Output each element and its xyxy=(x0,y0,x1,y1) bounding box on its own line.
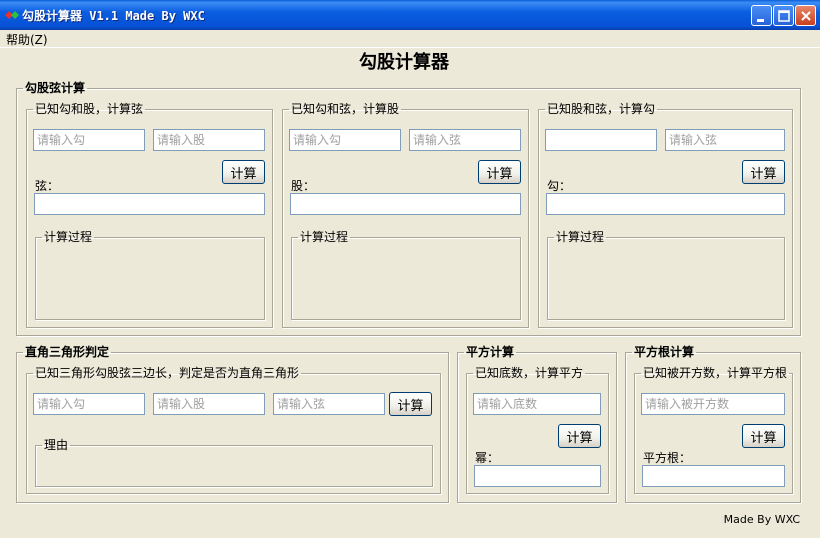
base-c-input[interactable] xyxy=(665,129,785,151)
hyp-group-legend: 已知勾和股，计算弦 xyxy=(35,102,144,116)
leg-c-input[interactable] xyxy=(409,129,521,151)
menu-bar: 帮助(Z) xyxy=(0,30,820,47)
hyp-process-box: 计算过程 xyxy=(35,231,265,320)
rt-a-input[interactable] xyxy=(33,393,145,415)
rt-c-input[interactable] xyxy=(273,393,385,415)
app-title: 勾股计算器 xyxy=(359,52,449,73)
base-calc-button[interactable]: 计算 xyxy=(742,160,785,184)
leg-result-label: 股： xyxy=(291,179,316,193)
right-triangle-legend: 直角三角形判定 xyxy=(25,345,110,359)
sqrt-result-label: 平方根： xyxy=(643,451,692,465)
leg-process-legend: 计算过程 xyxy=(300,230,349,244)
hyp-result-field[interactable] xyxy=(34,193,265,215)
square-result-label: 幂： xyxy=(475,451,500,465)
sqrt-calc-button[interactable]: 计算 xyxy=(742,424,785,448)
leg-process-box: 计算过程 xyxy=(291,231,521,320)
title-bar[interactable]: 勾股计算器 V1.1 Made By WXC xyxy=(0,0,820,30)
sqrt-radicand-input[interactable] xyxy=(641,393,785,415)
base-group-legend: 已知股和弦，计算勾 xyxy=(547,102,656,116)
hyp-process-legend: 计算过程 xyxy=(44,230,93,244)
close-button[interactable] xyxy=(795,5,816,26)
window-title: 勾股计算器 V1.1 Made By WXC xyxy=(22,9,205,23)
rt-reason-box: 理由 xyxy=(35,439,433,487)
hyp-calc-button[interactable]: 计算 xyxy=(222,160,265,184)
close-icon xyxy=(801,11,811,21)
base-result-field[interactable] xyxy=(546,193,785,215)
rt-b-input[interactable] xyxy=(153,393,265,415)
minimize-button[interactable] xyxy=(751,5,772,26)
leg-result-field[interactable] xyxy=(290,193,521,215)
square-base-input[interactable] xyxy=(473,393,601,415)
maximize-icon xyxy=(778,10,790,22)
square-calc-button[interactable]: 计算 xyxy=(558,424,601,448)
hyp-result-label: 弦： xyxy=(35,179,60,193)
menu-help[interactable]: 帮助(Z) xyxy=(6,31,48,48)
pythag-group-legend: 勾股弦计算 xyxy=(25,81,86,95)
sqrt-result-field[interactable] xyxy=(642,465,785,487)
rt-calc-button[interactable]: 计算 xyxy=(389,392,432,416)
leg-a-input[interactable] xyxy=(289,129,401,151)
square-inner-legend: 已知底数，计算平方 xyxy=(475,366,584,380)
leg-group-legend: 已知勾和弦，计算股 xyxy=(291,102,400,116)
rt-reason-legend: 理由 xyxy=(44,438,69,452)
leg-calc-button[interactable]: 计算 xyxy=(478,160,521,184)
square-result-field[interactable] xyxy=(474,465,601,487)
app-icon xyxy=(5,11,19,19)
sqrt-group-legend: 平方根计算 xyxy=(634,345,695,359)
right-triangle-inner-legend: 已知三角形勾股弦三边长，判定是否为直角三角形 xyxy=(35,366,300,380)
base-process-box: 计算过程 xyxy=(547,231,785,320)
hyp-b-input[interactable] xyxy=(153,129,265,151)
minimize-icon xyxy=(757,19,764,22)
base-b-input[interactable] xyxy=(545,129,657,151)
maximize-button[interactable] xyxy=(773,5,794,26)
hyp-a-input[interactable] xyxy=(33,129,145,151)
footer-credit: Made By WXC xyxy=(723,513,800,526)
square-group-legend: 平方计算 xyxy=(466,345,515,359)
sqrt-inner-legend: 已知被开方数，计算平方根 xyxy=(643,366,788,380)
base-process-legend: 计算过程 xyxy=(556,230,605,244)
base-result-label: 勾： xyxy=(547,179,572,193)
